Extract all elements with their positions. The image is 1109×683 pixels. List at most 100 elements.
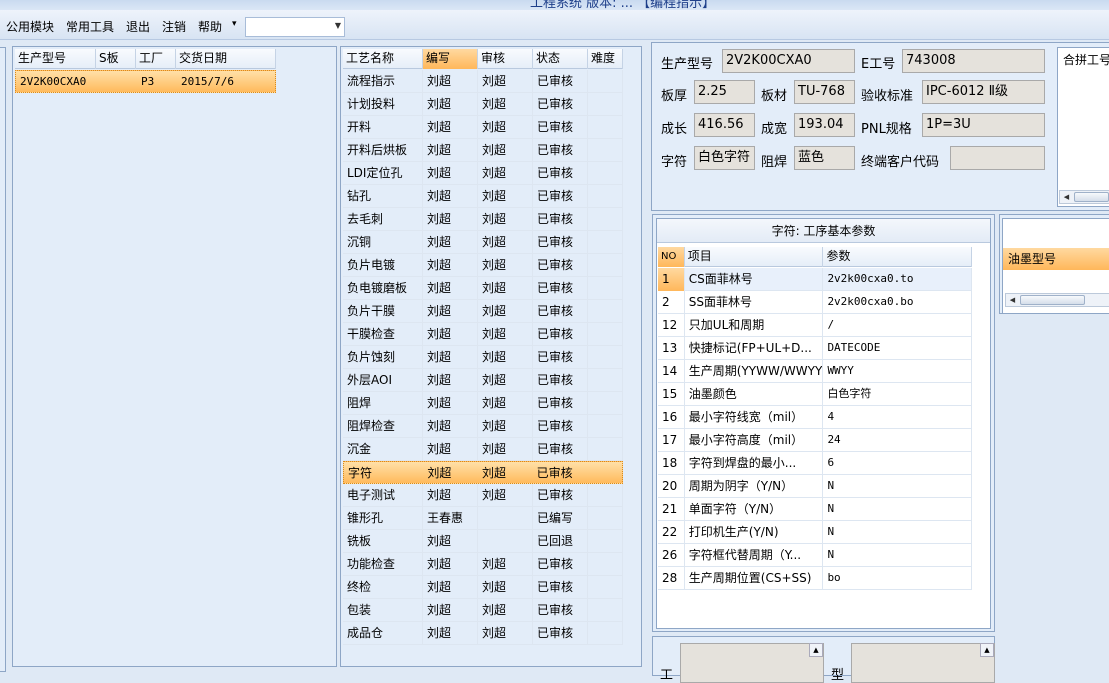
table-row[interactable]: 字符 刘超 刘超 已审核 xyxy=(343,461,623,484)
table-row[interactable]: 21 单面字符（Y/N） N xyxy=(658,498,972,521)
col-header-no[interactable]: NO xyxy=(658,247,685,267)
process-difficulty-cell xyxy=(588,553,623,576)
process-reviewer-cell xyxy=(478,530,533,553)
table-row[interactable]: 1 CS面菲林号 2v2k00cxa0.to xyxy=(658,268,972,291)
scroll-thumb[interactable] xyxy=(1020,295,1085,305)
table-row[interactable]: 13 快捷标记(FP+UL+D... DATECODE xyxy=(658,337,972,360)
table-row[interactable]: 干膜检查 刘超 刘超 已审核 xyxy=(343,323,623,346)
menu-help[interactable]: 帮助 xyxy=(198,18,222,35)
standard-label: 验收标准 xyxy=(861,89,914,104)
table-row[interactable]: 16 最小字符线宽（mil） 4 xyxy=(658,406,972,429)
col-header-delivery-date[interactable]: 交货日期 xyxy=(176,49,276,69)
process-name-cell: 开料 xyxy=(343,116,423,139)
menu-combo-box[interactable]: ▼ xyxy=(245,17,345,37)
ink-hscrollbar[interactable]: ◀ xyxy=(1005,293,1109,307)
col-header-writer[interactable]: 编写 xyxy=(423,49,478,69)
table-row[interactable]: 包装 刘超 刘超 已审核 xyxy=(343,599,623,622)
table-row[interactable]: 负片蚀刻 刘超 刘超 已审核 xyxy=(343,346,623,369)
table-row[interactable]: LDI定位孔 刘超 刘超 已审核 xyxy=(343,162,623,185)
thickness-field[interactable]: 2.25 xyxy=(694,80,755,104)
table-row[interactable]: 20 周期为阴字（Y/N） N xyxy=(658,475,972,498)
col-header-factory[interactable]: 工厂 xyxy=(136,49,176,69)
params-box: 字符: 工序基本参数 NO 项目 参数 1 CS面菲林号 2v2k00cxa0.to… xyxy=(656,218,991,629)
process-difficulty-cell xyxy=(588,254,623,277)
process-name-cell: 成品仓 xyxy=(343,622,423,645)
table-row[interactable]: 锥形孔 王春惠 已编写 xyxy=(343,507,623,530)
table-row[interactable]: 沉铜 刘超 刘超 已审核 xyxy=(343,231,623,254)
model-field[interactable]: 2V2K00CXA0 xyxy=(722,49,855,73)
table-row[interactable]: 计划投料 刘超 刘超 已审核 xyxy=(343,93,623,116)
table-row[interactable]: 负电镀磨板 刘超 刘超 已审核 xyxy=(343,277,623,300)
col-header-status[interactable]: 状态 xyxy=(533,49,588,69)
merge-list[interactable]: 合拼工号 ◀ xyxy=(1057,47,1109,207)
table-row[interactable]: 负片干膜 刘超 刘超 已审核 xyxy=(343,300,623,323)
customer-field[interactable] xyxy=(950,146,1045,170)
menu-exit[interactable]: 退出 xyxy=(126,18,150,35)
scroll-thumb[interactable] xyxy=(1074,192,1109,202)
help-dropdown-icon[interactable]: ▾ xyxy=(232,19,237,29)
table-row[interactable]: 流程指示 刘超 刘超 已审核 xyxy=(343,70,623,93)
param-item-cell: 字符到焊盘的最小... xyxy=(685,452,824,475)
table-row[interactable]: 2 SS面菲林号 2v2k00cxa0.bo xyxy=(658,291,972,314)
table-row[interactable]: 电子测试 刘超 刘超 已审核 xyxy=(343,484,623,507)
length-field[interactable]: 416.56 xyxy=(694,113,755,137)
table-row[interactable]: 成品仓 刘超 刘超 已审核 xyxy=(343,622,623,645)
params-grid-header: NO 项目 参数 xyxy=(658,247,972,267)
table-row[interactable]: 外层AOI 刘超 刘超 已审核 xyxy=(343,369,623,392)
table-row[interactable]: 铣板 刘超 已回退 xyxy=(343,530,623,553)
col-header-sboard[interactable]: S板 xyxy=(96,49,136,69)
scroll-left-icon[interactable]: ◀ xyxy=(1007,295,1018,305)
param-item-cell: SS面菲林号 xyxy=(685,291,824,314)
table-row[interactable]: 18 字符到焊盘的最小... 6 xyxy=(658,452,972,475)
process-name-cell: 电子测试 xyxy=(343,484,423,507)
char-field[interactable]: 白色字符 xyxy=(694,146,755,170)
param-value-cell: 24 xyxy=(823,429,972,452)
material-field[interactable]: TU-768 xyxy=(794,80,855,104)
scroll-up-icon[interactable]: ▲ xyxy=(809,643,823,657)
menu-public-modules[interactable]: 公用模块 xyxy=(6,18,54,35)
col-header-param[interactable]: 参数 xyxy=(823,247,972,267)
col-header-reviewer[interactable]: 审核 xyxy=(478,49,533,69)
mask-field[interactable]: 蓝色 xyxy=(794,146,855,170)
col-header-process-name[interactable]: 工艺名称 xyxy=(343,49,423,69)
col-header-item[interactable]: 项目 xyxy=(685,247,824,267)
standard-field[interactable]: IPC-6012 Ⅱ级 xyxy=(922,80,1045,104)
table-row[interactable]: 22 打印机生产(Y/N) N xyxy=(658,521,972,544)
bottom-field-1[interactable] xyxy=(680,643,824,683)
menu-bar: 公用模块 常用工具 退出 注销 帮助 ▾ xyxy=(0,10,1109,40)
ink-header[interactable]: 油墨型号 xyxy=(1003,248,1109,270)
table-row[interactable]: 终检 刘超 刘超 已审核 xyxy=(343,576,623,599)
menu-logout[interactable]: 注销 xyxy=(162,18,186,35)
table-row[interactable]: 阻焊检查 刘超 刘超 已审核 xyxy=(343,415,623,438)
table-row[interactable]: 14 生产周期(YYWW/WWYY) WWYY xyxy=(658,360,972,383)
chevron-down-icon[interactable]: ▼ xyxy=(335,21,341,30)
table-row[interactable]: 开料后烘板 刘超 刘超 已审核 xyxy=(343,139,623,162)
col-header-difficulty[interactable]: 难度 xyxy=(588,49,623,69)
process-status-cell: 已审核 xyxy=(533,208,588,231)
eno-field[interactable]: 743008 xyxy=(902,49,1045,73)
table-row[interactable]: 26 字符框代替周期（Y... N xyxy=(658,544,972,567)
table-row[interactable]: 2V2K00CXA0 P3 2015/7/6 xyxy=(15,70,276,93)
table-row[interactable]: 17 最小字符高度（mil） 24 xyxy=(658,429,972,452)
table-row[interactable]: 功能检查 刘超 刘超 已审核 xyxy=(343,553,623,576)
table-row[interactable]: 28 生产周期位置(CS+SS) bo xyxy=(658,567,972,590)
table-row[interactable]: 15 油墨颜色 白色字符 xyxy=(658,383,972,406)
menu-common-tools[interactable]: 常用工具 xyxy=(66,18,114,35)
merge-hscrollbar[interactable]: ◀ xyxy=(1059,190,1109,204)
table-row[interactable]: 去毛刺 刘超 刘超 已审核 xyxy=(343,208,623,231)
scroll-left-icon[interactable]: ◀ xyxy=(1061,192,1072,202)
bottom-label-2: 型 xyxy=(831,668,845,683)
table-row[interactable]: 负片电镀 刘超 刘超 已审核 xyxy=(343,254,623,277)
table-row[interactable]: 12 只加UL和周期 / xyxy=(658,314,972,337)
table-row[interactable]: 开料 刘超 刘超 已审核 xyxy=(343,116,623,139)
table-row[interactable]: 阻焊 刘超 刘超 已审核 xyxy=(343,392,623,415)
width-field[interactable]: 193.04 xyxy=(794,113,855,137)
bottom-field-2[interactable] xyxy=(851,643,995,683)
process-reviewer-cell: 刘超 xyxy=(478,599,533,622)
table-row[interactable]: 钻孔 刘超 刘超 已审核 xyxy=(343,185,623,208)
col-header-model[interactable]: 生产型号 xyxy=(15,49,96,69)
scroll-up-icon[interactable]: ▲ xyxy=(980,643,994,657)
length-label: 成长 xyxy=(661,122,688,137)
table-row[interactable]: 沉金 刘超 刘超 已审核 xyxy=(343,438,623,461)
pnl-field[interactable]: 1P=3U xyxy=(922,113,1045,137)
